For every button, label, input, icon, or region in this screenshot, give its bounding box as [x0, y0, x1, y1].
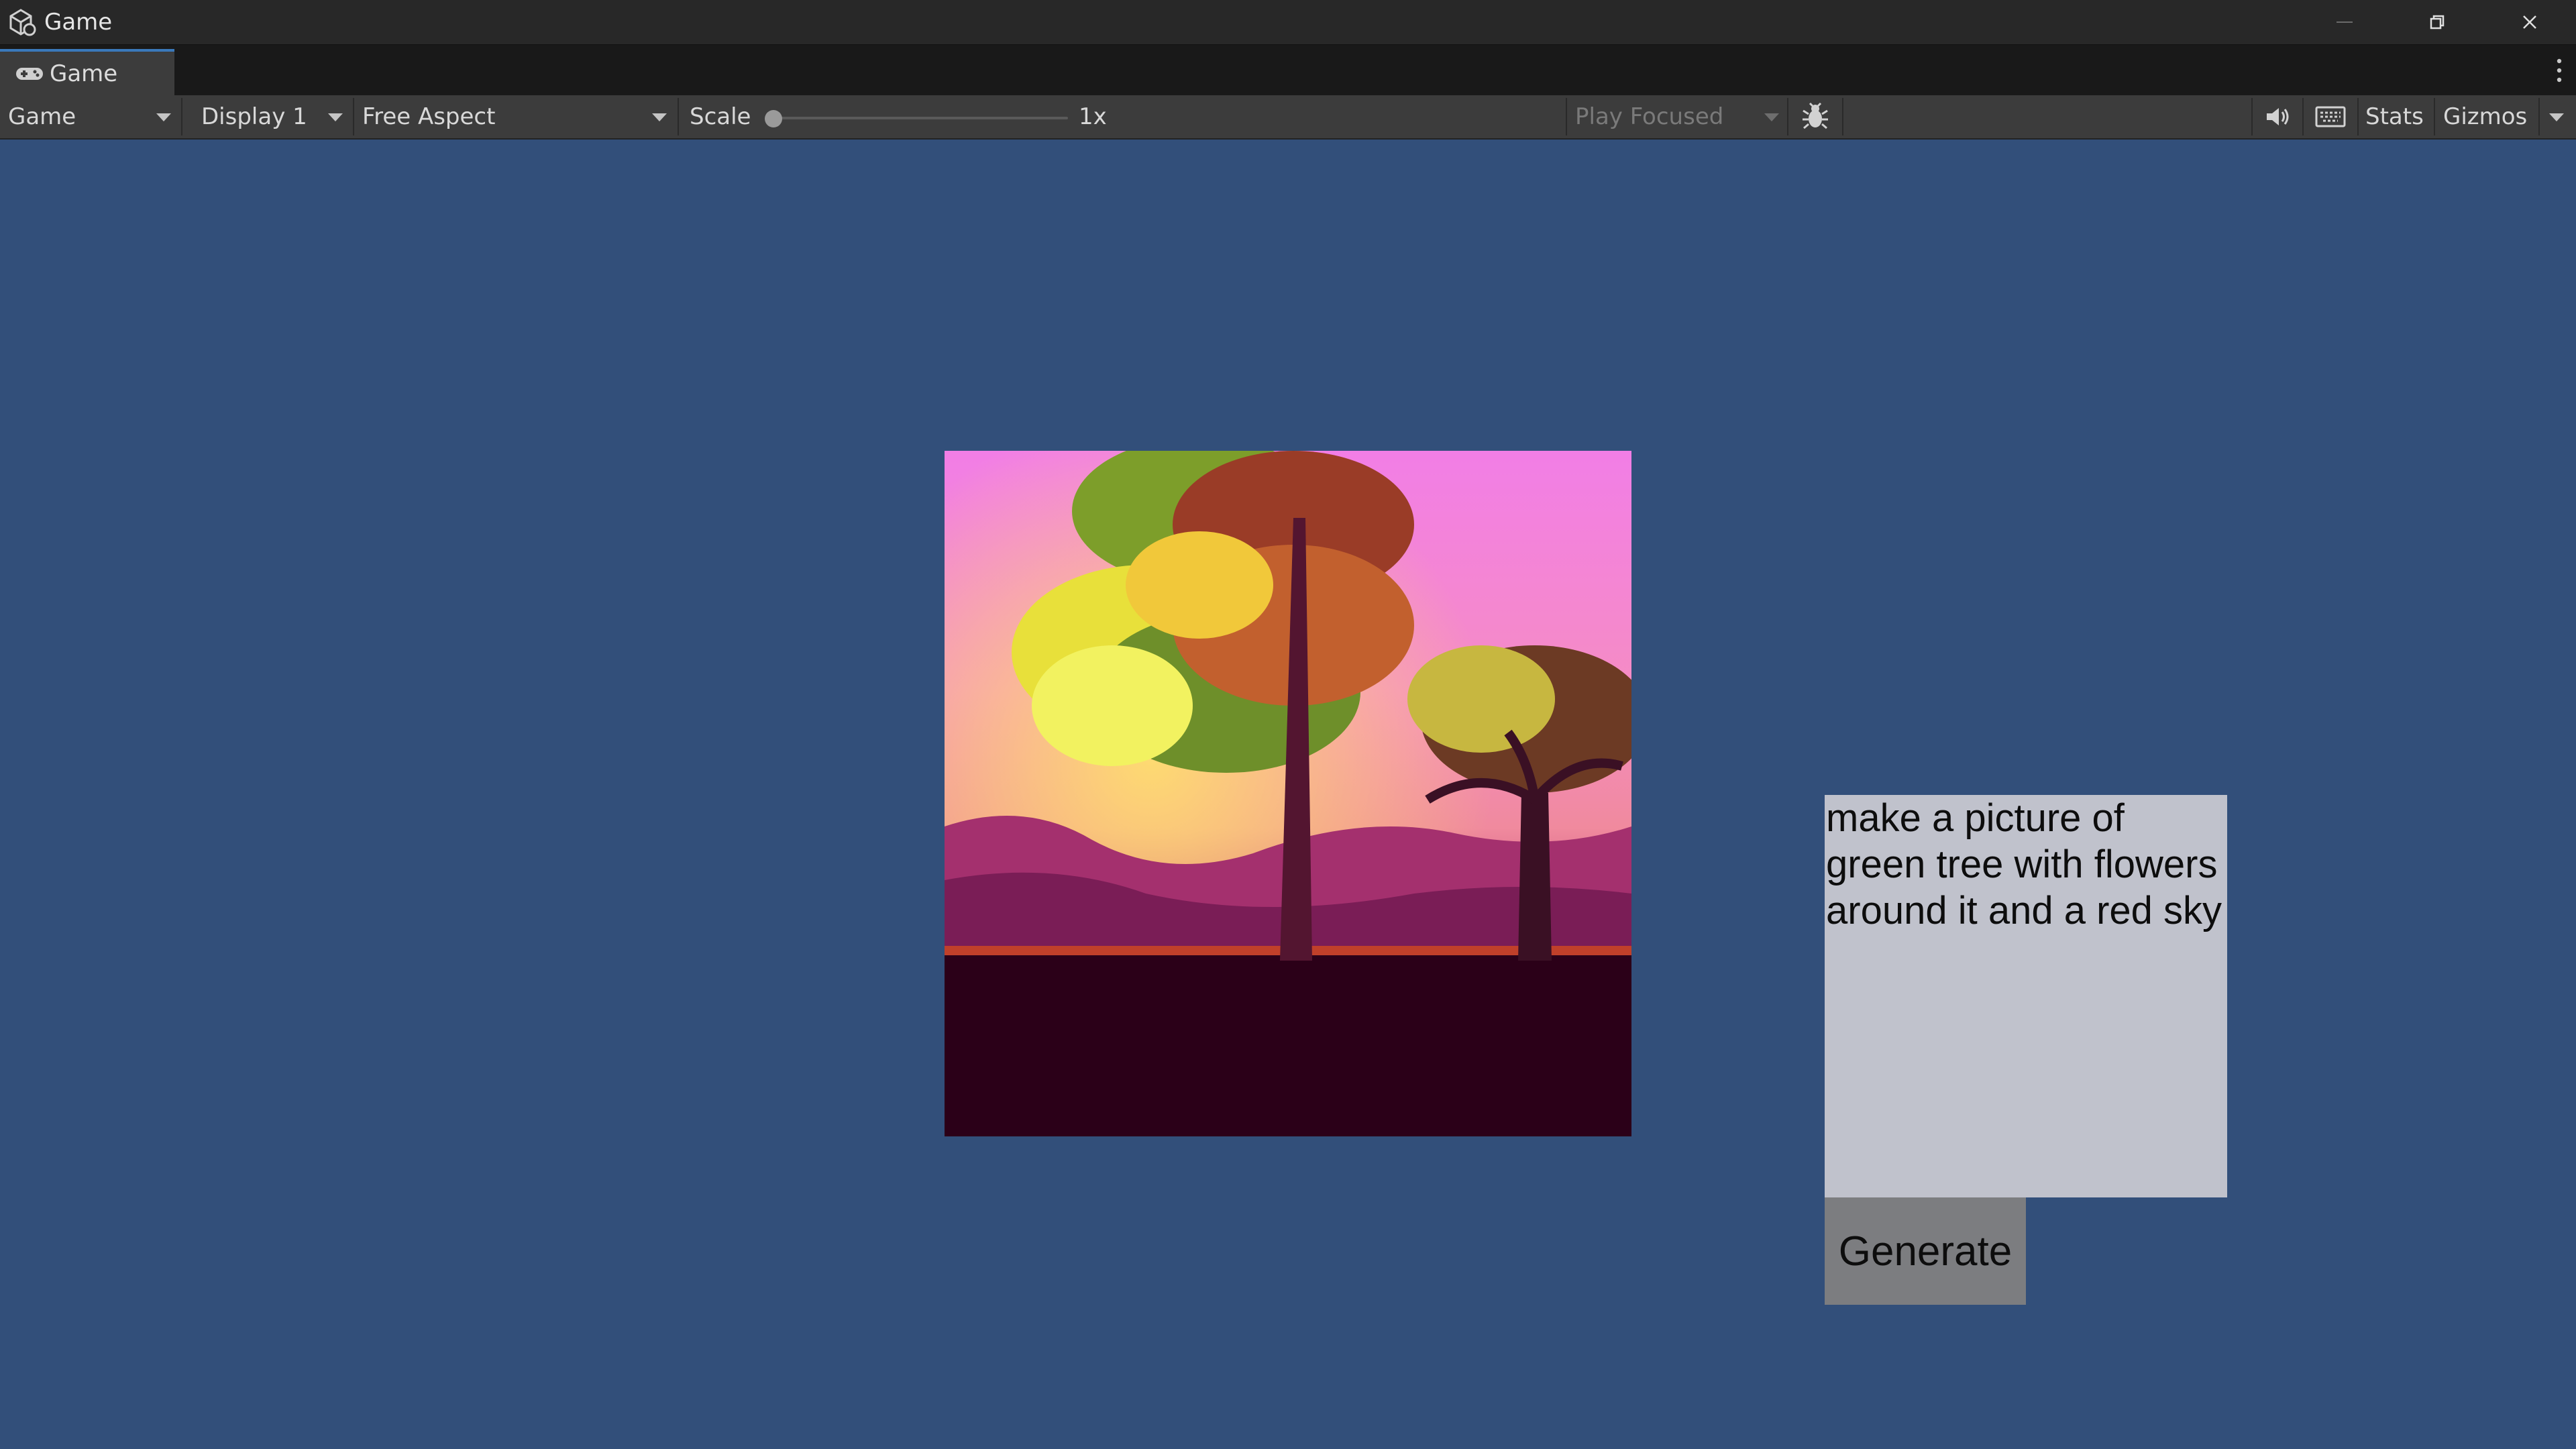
aspect-dropdown[interactable]: Free Aspect — [354, 95, 678, 138]
gamepad-icon — [16, 68, 43, 80]
gizmos-button[interactable]: Gizmos — [2443, 95, 2527, 138]
restore-icon — [2430, 15, 2445, 30]
generate-label: Generate — [1838, 1228, 2012, 1275]
minimize-button[interactable] — [2298, 0, 2391, 44]
chevron-down-icon — [2549, 113, 2564, 121]
view-mode-dropdown[interactable]: Game — [0, 95, 181, 138]
stats-button[interactable]: Stats — [2365, 95, 2424, 138]
generated-image — [945, 451, 1631, 1136]
game-view-toolbar: Game Display 1 Free Aspect Scale 1x Play… — [0, 95, 2576, 140]
play-mode-dropdown[interactable]: Play Focused — [1567, 95, 1787, 138]
view-mode-label: Game — [8, 103, 76, 130]
tree-sunset-picture — [945, 451, 1631, 1136]
close-icon — [2523, 15, 2536, 29]
chevron-down-icon — [1764, 113, 1779, 121]
bug-icon — [1803, 102, 1828, 129]
prompt-input[interactable]: make a picture of green tree with flower… — [1825, 795, 2227, 1197]
tab-strip: Game — [0, 44, 2576, 96]
close-button[interactable] — [2483, 0, 2576, 44]
chevron-down-icon — [156, 113, 171, 121]
generate-button[interactable]: Generate — [1825, 1197, 2026, 1305]
scale-label: Scale — [690, 103, 751, 130]
window-title: Game — [44, 9, 113, 36]
aspect-label: Free Aspect — [362, 103, 496, 130]
scale-value: 1x — [1079, 103, 1107, 130]
scale-slider-handle[interactable] — [765, 110, 782, 127]
shortcuts-toggle[interactable] — [2304, 95, 2357, 138]
unity-logo-icon — [9, 9, 36, 36]
display-dropdown[interactable]: Display 1 — [182, 95, 353, 138]
play-mode-label: Play Focused — [1575, 103, 1724, 130]
title-bar: Game — [0, 0, 2576, 44]
minimize-icon — [2337, 21, 2353, 23]
gizmos-dropdown[interactable] — [2540, 95, 2576, 138]
debug-toggle[interactable] — [1788, 95, 1842, 138]
chevron-down-icon — [652, 113, 667, 121]
tab-label: Game — [50, 60, 118, 87]
keyboard-icon — [2315, 106, 2346, 127]
display-label: Display 1 — [201, 103, 307, 130]
mute-audio-toggle[interactable] — [2253, 95, 2302, 138]
scale-slider[interactable] — [773, 117, 1068, 119]
restore-button[interactable] — [2391, 0, 2483, 44]
tab-game[interactable]: Game — [0, 49, 174, 96]
chevron-down-icon — [328, 113, 343, 121]
more-options-icon[interactable] — [2553, 57, 2565, 84]
speaker-icon — [2267, 108, 2289, 125]
